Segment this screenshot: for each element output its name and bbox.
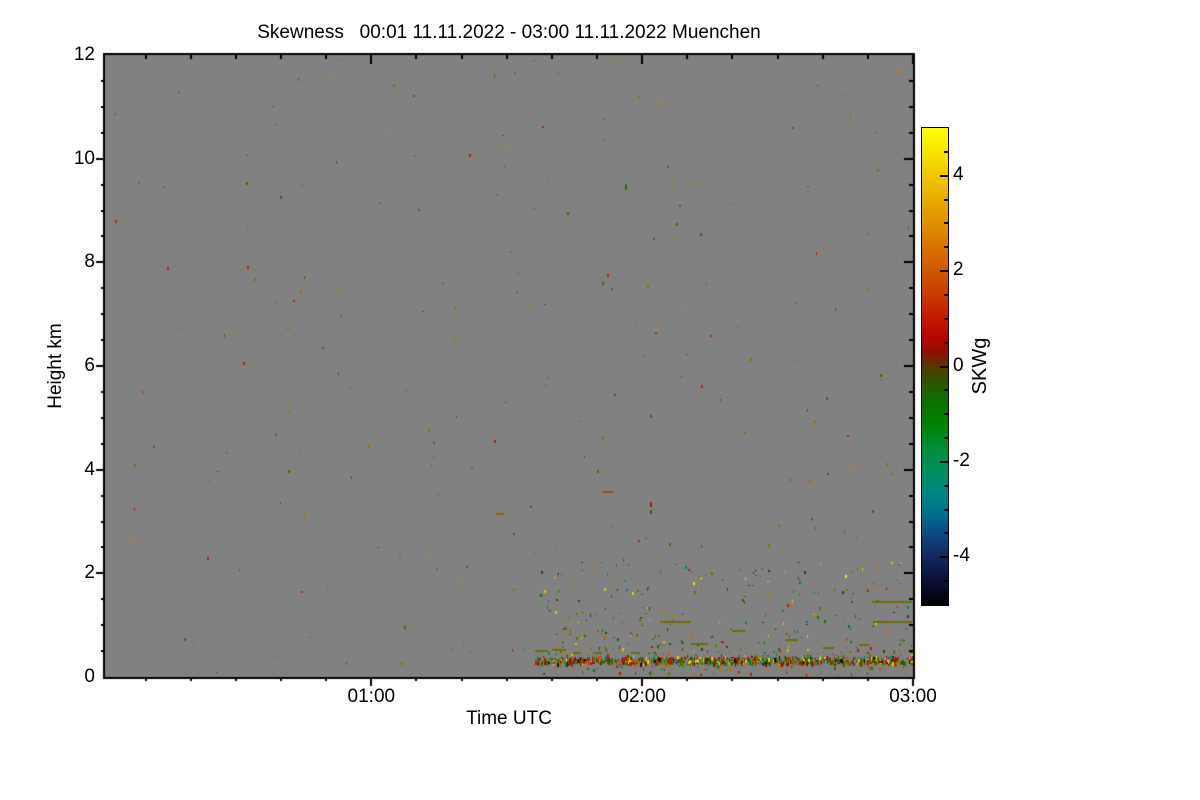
colorbar-tick — [944, 246, 948, 248]
colorbar-tick — [944, 413, 948, 415]
colorbar-tick — [944, 342, 948, 344]
colorbar-tick — [944, 199, 948, 201]
y-tick-label: 2 — [84, 562, 95, 584]
colorbar-tick — [940, 556, 948, 558]
y-tick-label: 10 — [73, 147, 95, 169]
colorbar-tick — [944, 389, 948, 391]
y-tick-label: 0 — [84, 666, 95, 687]
figure: Skewness 00:01 11.11.2022 - 03:00 11.11.… — [0, 0, 1200, 800]
colorbar-tick — [940, 461, 948, 463]
colorbar — [921, 127, 949, 606]
colorbar-tick — [944, 485, 948, 487]
heatmap-plot-canvas — [0, 0, 1200, 800]
colorbar-tick-label: 4 — [953, 163, 964, 185]
y-tick-label: 6 — [84, 355, 95, 376]
colorbar-tick — [940, 175, 948, 177]
chart-title: Skewness 00:01 11.11.2022 - 03:00 11.11.… — [257, 22, 761, 43]
colorbar-tick — [944, 580, 948, 582]
colorbar-tick — [944, 509, 948, 511]
y-tick-label: 4 — [84, 458, 95, 480]
colorbar-tick — [940, 270, 948, 272]
x-tick-label: 02:00 — [618, 686, 666, 707]
colorbar-tick-label: -2 — [953, 449, 970, 471]
colorbar-tick — [944, 151, 948, 153]
x-tick-label: 03:00 — [889, 686, 937, 707]
colorbar-tick — [944, 294, 948, 296]
colorbar-tick — [944, 222, 948, 224]
colorbar-tick — [944, 437, 948, 439]
y-tick-label: 8 — [84, 251, 95, 273]
colorbar-tick — [944, 532, 948, 534]
colorbar-tick-label: 0 — [953, 354, 964, 376]
x-axis-label: Time UTC — [466, 708, 552, 729]
x-tick-label: 01:00 — [347, 686, 396, 707]
colorbar-tick — [944, 318, 948, 320]
y-tick-label: 12 — [73, 44, 95, 65]
colorbar-tick-label: -4 — [953, 545, 970, 567]
colorbar-tick-label: 2 — [953, 259, 964, 281]
colorbar-tick — [940, 366, 948, 368]
